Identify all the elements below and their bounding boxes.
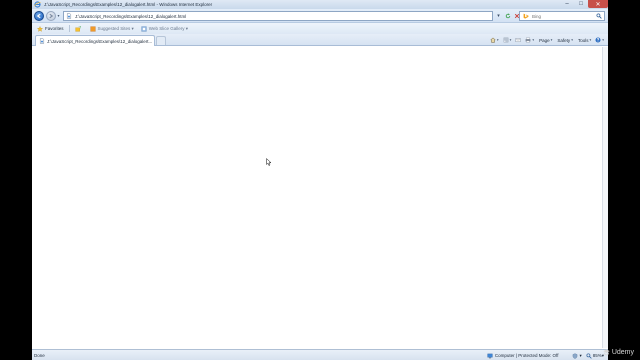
search-input[interactable] bbox=[532, 13, 594, 19]
chevron-down-icon: ▾ bbox=[550, 38, 553, 42]
zoom-icon bbox=[586, 353, 592, 359]
page-content[interactable] bbox=[32, 47, 602, 348]
suggested-sites-icon bbox=[89, 25, 96, 32]
feed-icon bbox=[502, 37, 509, 43]
refresh-button[interactable] bbox=[503, 12, 512, 21]
zoom-level: 85% bbox=[592, 353, 602, 358]
web-slice-gallery-label: Web Slice Gallery ▾ bbox=[148, 25, 188, 31]
browser-window: J:\JavaScript_Recordings\Examples\12_dia… bbox=[32, 0, 608, 360]
add-favorite-icon bbox=[74, 25, 81, 32]
address-dropdown-button[interactable]: ▾ bbox=[494, 12, 503, 21]
favorites-label: Favorites bbox=[45, 26, 64, 31]
recent-pages-dropdown[interactable]: ▾ bbox=[56, 11, 61, 21]
help-icon bbox=[595, 37, 601, 43]
safety-menu-label: Safety bbox=[557, 37, 571, 43]
chevron-down-icon: ▾ bbox=[602, 38, 604, 42]
security-zone[interactable]: Computer | Protected Mode: Off bbox=[487, 353, 559, 359]
window-title: J:\JavaScript_Recordings\Examples\12_dia… bbox=[44, 2, 213, 7]
search-box bbox=[519, 11, 605, 21]
computer-icon bbox=[487, 353, 493, 358]
udemy-watermark: Udemy bbox=[603, 349, 634, 356]
chevron-down-icon: ▾ bbox=[509, 38, 512, 42]
protected-mode-button[interactable]: ▾ bbox=[572, 352, 582, 359]
read-mail-button[interactable] bbox=[515, 37, 521, 43]
arrow-right-icon bbox=[49, 13, 54, 18]
star-icon bbox=[37, 25, 43, 32]
tools-menu-label: Tools bbox=[577, 37, 589, 43]
address-input[interactable] bbox=[75, 12, 455, 20]
page-icon bbox=[66, 13, 72, 19]
ie-logo-icon bbox=[34, 1, 41, 8]
bing-logo-icon bbox=[523, 13, 529, 19]
status-right: Computer | Protected Mode: Off ▾ 85% ▾ bbox=[487, 351, 604, 360]
security-zone-label: Computer | Protected Mode: Off bbox=[494, 353, 559, 358]
vertical-scrollbar[interactable] bbox=[602, 47, 608, 348]
chevron-down-icon: ▾ bbox=[579, 352, 582, 358]
chevron-down-icon: ▾ bbox=[589, 38, 592, 42]
home-icon bbox=[490, 37, 496, 43]
add-to-favorites-bar-button[interactable] bbox=[73, 24, 85, 33]
suggested-sites-label: Suggested Sites ▾ bbox=[97, 25, 134, 31]
web-slice-gallery-link[interactable]: Web Slice Gallery ▾ bbox=[139, 24, 190, 33]
chevron-down-icon: ▾ bbox=[571, 38, 573, 42]
page-icon bbox=[39, 38, 45, 44]
new-tab-button[interactable] bbox=[156, 36, 166, 45]
mail-icon bbox=[515, 38, 521, 43]
maximize-button[interactable]: □ bbox=[574, 0, 588, 8]
favorites-button[interactable]: Favorites bbox=[35, 24, 66, 33]
minimize-button[interactable]: – bbox=[560, 0, 574, 8]
feeds-button[interactable]: ▾ bbox=[502, 37, 512, 43]
arrow-left-icon bbox=[36, 13, 41, 18]
chevron-down-icon: ▾ bbox=[496, 38, 499, 42]
tab-current-page[interactable]: J:\JavaScript_Recordings\Examples\12_dia… bbox=[35, 35, 155, 46]
back-button[interactable] bbox=[34, 10, 44, 21]
udemy-watermark-text: Udemy bbox=[611, 349, 634, 356]
chevron-down-icon: ▾ bbox=[532, 38, 535, 42]
search-icon bbox=[595, 13, 602, 19]
status-text: Done bbox=[34, 352, 45, 358]
mouse-cursor-icon bbox=[266, 158, 272, 166]
shield-icon bbox=[573, 352, 578, 359]
suggested-sites-link[interactable]: Suggested Sites ▾ bbox=[88, 24, 136, 33]
close-button[interactable]: ✕ bbox=[588, 0, 608, 8]
forward-button[interactable] bbox=[46, 10, 56, 21]
title-bar: J:\JavaScript_Recordings\Examples\12_dia… bbox=[32, 0, 608, 9]
search-button[interactable] bbox=[594, 12, 603, 20]
udemy-logo-icon bbox=[603, 349, 610, 356]
safety-menu[interactable]: Safety ▾ bbox=[556, 38, 573, 43]
printer-icon bbox=[525, 37, 531, 43]
status-bar: Done Computer | Protected Mode: Off ▾ 85… bbox=[32, 349, 608, 360]
window-controls: – □ ✕ bbox=[560, 0, 608, 9]
favorites-divider bbox=[68, 25, 70, 32]
zoom-control[interactable]: 85% ▾ bbox=[586, 353, 604, 359]
tab-label: J:\JavaScript_Recordings\Examples\12_dia… bbox=[47, 38, 153, 44]
tools-menu[interactable]: Tools ▾ bbox=[577, 38, 591, 43]
print-button[interactable]: ▾ bbox=[525, 37, 534, 43]
home-button[interactable]: ▾ bbox=[490, 37, 499, 43]
help-button[interactable]: ▾ bbox=[595, 37, 604, 43]
web-slice-icon bbox=[141, 25, 147, 32]
command-bar: ▾ ▾ ▾ Page ▾ Safety ▾ Tools ▾ ▾ bbox=[486, 35, 604, 45]
address-controls: ▾ bbox=[494, 11, 521, 21]
page-menu-label: Page bbox=[539, 37, 550, 43]
address-bar bbox=[63, 11, 493, 21]
favorites-bar: Favorites Suggested Sites ▾ Web Slice Ga… bbox=[32, 23, 608, 34]
page-menu[interactable]: Page ▾ bbox=[538, 38, 552, 43]
refresh-icon bbox=[505, 13, 510, 19]
